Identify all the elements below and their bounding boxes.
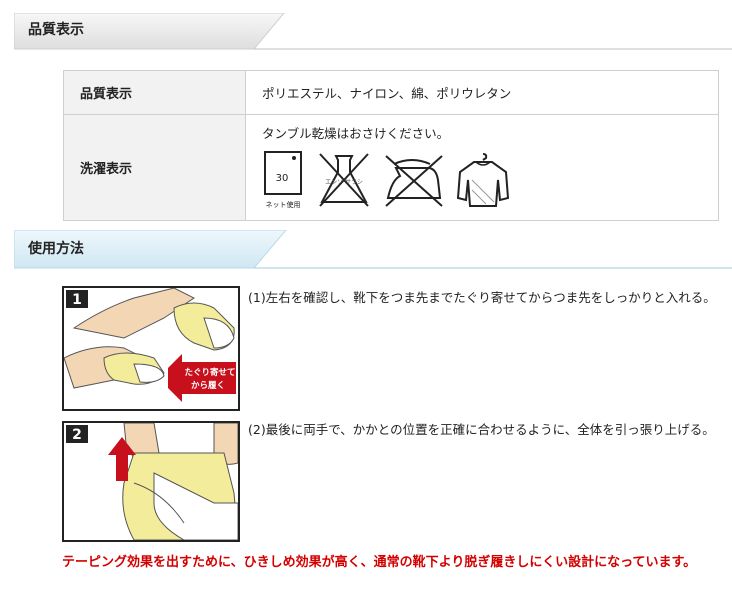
step1-illustration: 1 たぐり寄せて から履く [62, 286, 240, 411]
step1-instruction: (1)左右を確認し、靴下をつま先までたぐり寄せてからつま先をしっかりと入れる。 [248, 290, 716, 305]
spec-table: 品質表示 ポリエステル、ナイロン、綿、ポリウレタン 洗濯表示 タンブル乾燥はおさ… [63, 70, 719, 221]
no-bleach-icon: エンソ サラシ [314, 150, 374, 215]
quality-section-header: 品質表示 [14, 13, 732, 51]
step2-illustration: 2 [62, 421, 240, 542]
step1-arrow-label-2: から履く [191, 380, 225, 391]
section-title-quality: 品質表示 [28, 22, 84, 38]
table-row: 品質表示 ポリエステル、ナイロン、綿、ポリウレタン [63, 70, 719, 115]
care-icons: 30 ネット使用 エンソ サラシ [262, 150, 717, 214]
header-tab-shape [14, 13, 732, 50]
wash-caption-text: ネット使用 [266, 200, 301, 209]
section-title-usage: 使用方法 [28, 241, 84, 257]
no-iron-icon [382, 150, 446, 215]
step1-arrow-label-1: たぐり寄せて [184, 367, 235, 378]
step2-instruction: (2)最後に両手で、かかとの位置を正確に合わせるように、全体を引っ張り上げる。 [248, 422, 715, 437]
material-label: 品質表示 [63, 70, 246, 115]
care-note: タンブル乾燥はおさけください。 [262, 126, 450, 141]
header-tab-shape [14, 230, 732, 269]
material-value: ポリエステル、ナイロン、綿、ポリウレタン [245, 70, 719, 115]
care-cell: タンブル乾燥はおさけください。 30 ネット使用 エンソ サラシ [245, 114, 719, 221]
wash-30-net-icon: 30 ネット使用 [262, 150, 306, 215]
step2-number: 2 [72, 427, 82, 443]
table-row: 洗濯表示 タンブル乾燥はおさけください。 30 ネット使用 エンソ サラシ [63, 114, 719, 221]
usage-section-header: 使用方法 [14, 230, 732, 269]
notice-text: テーピング効果を出すために、ひきしめ効果が高く、通常の靴下より脱ぎ履きしにくい設… [62, 555, 697, 570]
wash-temp-text: 30 [276, 173, 289, 184]
step1-number: 1 [72, 292, 82, 308]
care-label: 洗濯表示 [63, 114, 246, 221]
hang-dry-icon [454, 150, 512, 215]
